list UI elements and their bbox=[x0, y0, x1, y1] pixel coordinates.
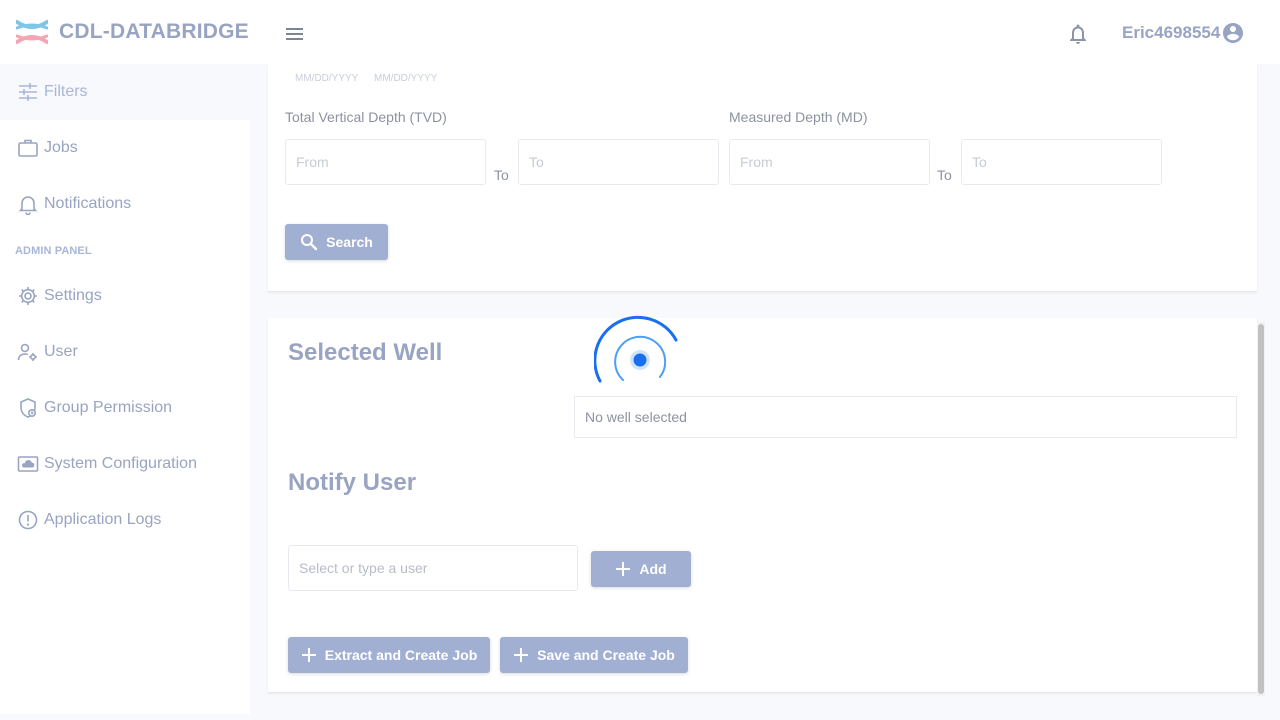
sidebar-item-label: User bbox=[44, 343, 78, 360]
md-to-label: To bbox=[937, 167, 952, 183]
sidebar-item-label: Settings bbox=[44, 287, 102, 304]
sidebar-item-jobs[interactable]: Jobs bbox=[0, 120, 250, 176]
filters-card: MM/DD/YYYY MM/DD/YYYY Total Vertical Dep… bbox=[268, 64, 1257, 292]
scrollbar[interactable] bbox=[1257, 322, 1265, 696]
job-card: Selected Well No well selected Notify Us… bbox=[268, 318, 1257, 693]
add-button-label: Add bbox=[639, 561, 667, 577]
bell-icon[interactable] bbox=[1066, 22, 1090, 46]
sidebar-item-filters[interactable]: Filters bbox=[0, 64, 250, 120]
notify-user-heading: Notify User bbox=[288, 469, 417, 496]
app-logo[interactable]: CDL-DATABRIDGE bbox=[16, 18, 249, 46]
date-hint: MM/DD/YYYY bbox=[374, 73, 438, 84]
md-to-input[interactable] bbox=[961, 139, 1162, 185]
account-circle-icon bbox=[1223, 23, 1244, 43]
add-user-button[interactable]: Add bbox=[591, 551, 691, 587]
md-from-input[interactable] bbox=[729, 139, 930, 185]
sidebar-item-label: Notifications bbox=[44, 195, 132, 212]
briefcase-icon bbox=[18, 139, 38, 157]
sidebar-item-label: Jobs bbox=[44, 139, 78, 156]
tvd-to-input[interactable] bbox=[518, 139, 719, 185]
cloud-monitor-icon bbox=[17, 456, 39, 472]
search-button[interactable]: Search bbox=[285, 224, 388, 260]
alert-circle-icon bbox=[18, 510, 38, 530]
sidebar-item-label: Application Logs bbox=[44, 511, 162, 528]
md-label: Measured Depth (MD) bbox=[729, 109, 868, 125]
user-menu[interactable]: Eric4698554 bbox=[1122, 21, 1245, 45]
sidebar-item-settings[interactable]: Settings bbox=[0, 268, 250, 324]
shield-icon bbox=[20, 398, 37, 418]
logo-icon bbox=[16, 20, 48, 44]
sidebar-item-label: Filters bbox=[44, 83, 88, 100]
selected-well-box: No well selected bbox=[574, 396, 1237, 438]
sliders-icon bbox=[19, 83, 37, 101]
sidebar-item-system-configuration[interactable]: System Configuration bbox=[0, 436, 250, 492]
tvd-from-input[interactable] bbox=[285, 139, 486, 185]
sidebar-item-notifications[interactable]: Notifications bbox=[0, 176, 250, 232]
plus-icon bbox=[301, 648, 316, 662]
scrollbar-thumb[interactable] bbox=[1258, 324, 1264, 694]
tvd-to-label: To bbox=[494, 167, 509, 183]
top-bar: CDL-DATABRIDGE Eric4698554 bbox=[0, 0, 1280, 64]
user-gear-icon bbox=[17, 343, 37, 361]
app-name: CDL-DATABRIDGE bbox=[59, 20, 249, 43]
save-create-job-button[interactable]: Save and Create Job bbox=[500, 637, 688, 673]
sidebar-item-application-logs[interactable]: Application Logs bbox=[0, 492, 250, 548]
gear-icon bbox=[19, 287, 37, 305]
save-button-label: Save and Create Job bbox=[537, 647, 675, 663]
sidebar-item-label: Group Permission bbox=[44, 399, 173, 416]
notify-user-input[interactable] bbox=[288, 545, 578, 591]
tvd-label: Total Vertical Depth (TVD) bbox=[285, 109, 447, 125]
date-hint: MM/DD/YYYY bbox=[295, 73, 359, 84]
sidebar-item-user[interactable]: User bbox=[0, 324, 250, 380]
search-icon bbox=[301, 234, 318, 251]
admin-panel-heading: ADMIN PANEL bbox=[15, 245, 92, 257]
bell-icon bbox=[18, 196, 38, 215]
extract-create-job-button[interactable]: Extract and Create Job bbox=[288, 637, 490, 673]
plus-icon bbox=[514, 648, 529, 662]
selected-well-heading: Selected Well bbox=[288, 339, 443, 366]
sidebar-item-label: System Configuration bbox=[44, 455, 197, 472]
sidebar: Filters Jobs Notifications ADMIN PANEL S… bbox=[0, 64, 250, 714]
user-name: Eric4698554 bbox=[1122, 23, 1221, 42]
loading-spinner-icon bbox=[594, 315, 678, 383]
sidebar-item-group-permission[interactable]: Group Permission bbox=[0, 380, 250, 436]
extract-button-label: Extract and Create Job bbox=[324, 647, 478, 663]
plus-icon bbox=[616, 562, 631, 576]
search-button-label: Search bbox=[326, 234, 373, 250]
hamburger-icon[interactable] bbox=[284, 25, 306, 43]
